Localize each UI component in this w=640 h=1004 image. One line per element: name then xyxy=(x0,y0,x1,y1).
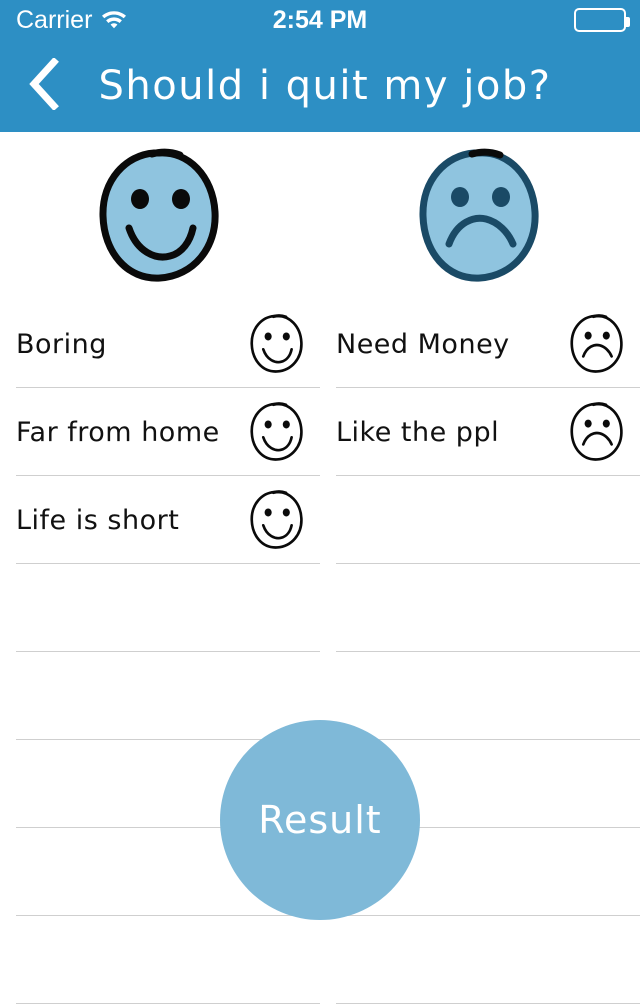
sad-face-icon[interactable] xyxy=(566,401,628,463)
list-item[interactable] xyxy=(0,916,320,1004)
list-item[interactable]: Far from home xyxy=(0,388,320,476)
result-button[interactable]: Result xyxy=(220,720,420,920)
list-item[interactable] xyxy=(320,652,640,740)
list-item-label: Like the ppl xyxy=(336,416,500,448)
list-item[interactable] xyxy=(320,564,640,652)
list-item[interactable]: Need Money xyxy=(320,300,640,388)
battery-icon xyxy=(574,8,630,32)
list-item[interactable] xyxy=(320,476,640,564)
list-item[interactable]: Boring xyxy=(0,300,320,388)
status-bar: Carrier 2:54 PM xyxy=(0,0,640,40)
header-faces xyxy=(0,132,640,300)
happy-face-icon[interactable] xyxy=(246,313,308,375)
list-item-label: Life is short xyxy=(16,504,180,536)
page-title: Should i quit my job? xyxy=(98,63,552,109)
list-item[interactable] xyxy=(0,564,320,652)
happy-face-icon[interactable] xyxy=(246,489,308,551)
list-item[interactable]: Like the ppl xyxy=(320,388,640,476)
happy-face-icon xyxy=(96,146,224,290)
status-bar-time: 2:54 PM xyxy=(272,5,368,34)
nav-bar: Should i quit my job? xyxy=(0,40,640,132)
list-item[interactable]: Life is short xyxy=(0,476,320,564)
list-item-label: Far from home xyxy=(16,416,220,448)
list-item-label: Boring xyxy=(16,328,107,360)
status-bar-right xyxy=(574,8,630,32)
sad-face-icon xyxy=(416,146,544,290)
list-item[interactable] xyxy=(0,652,320,740)
sad-face-icon[interactable] xyxy=(566,313,628,375)
list-item-label: Need Money xyxy=(336,328,510,360)
happy-face-icon[interactable] xyxy=(246,401,308,463)
list-item[interactable] xyxy=(320,916,640,1004)
